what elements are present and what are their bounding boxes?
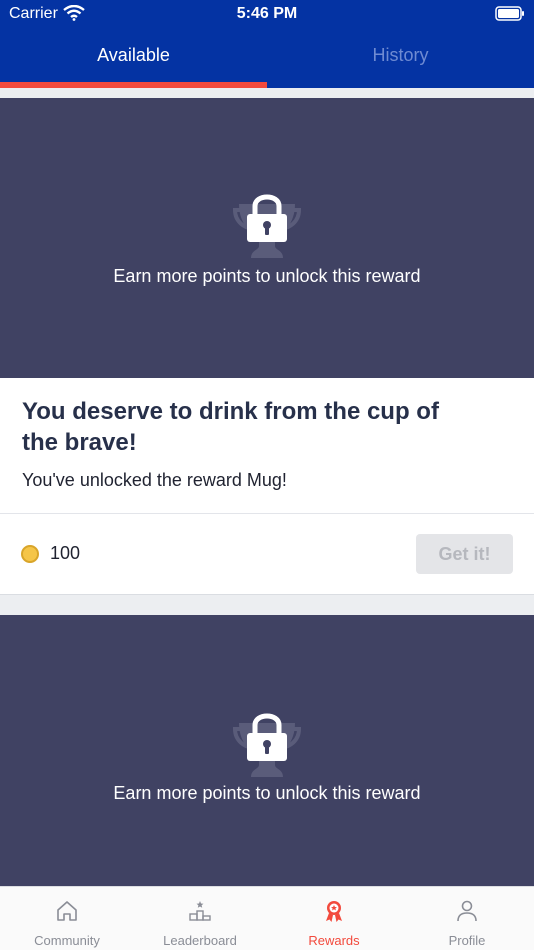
locked-trophy-icon: [231, 188, 303, 269]
locked-message: Earn more points to unlock this reward: [113, 783, 421, 803]
tab-history[interactable]: History: [267, 30, 534, 88]
reward-card: Earn more points to unlock this reward: [0, 615, 534, 886]
tab-available[interactable]: Available: [0, 30, 267, 88]
reward-points: 100: [50, 543, 81, 563]
ribbon-icon: [326, 901, 342, 922]
top-tabs: Available History: [0, 30, 534, 88]
nav-label: Rewards: [308, 933, 360, 948]
nav-leaderboard[interactable]: Leaderboard: [133, 887, 267, 950]
get-it-button[interactable]: Get it!: [416, 534, 513, 574]
nav-community[interactable]: Community: [0, 887, 134, 950]
nav-label: Community: [34, 933, 100, 948]
nav-label: Profile: [448, 933, 486, 948]
reward-footer: 100 Get it!: [0, 513, 534, 595]
locked-message: Earn more points to unlock this reward: [113, 266, 421, 286]
reward-hero-locked: Earn more points to unlock this reward: [0, 98, 534, 378]
status-bar: Carrier 5:46 PM: [0, 0, 534, 30]
reward-title: You deserve to drink from the cup of the…: [22, 398, 439, 456]
clock: 5:46 PM: [236, 5, 298, 22]
reward-hero-locked: Earn more points to unlock this reward: [0, 615, 534, 886]
reward-card: Earn more points to unlock this reward Y…: [0, 98, 534, 595]
podium-icon: [189, 901, 211, 921]
rewards-list[interactable]: Earn more points to unlock this reward Y…: [0, 88, 534, 886]
nav-label: Leaderboard: [163, 933, 237, 948]
locked-trophy-icon: [231, 707, 303, 788]
battery-icon: [495, 6, 525, 27]
person-icon: [457, 900, 477, 922]
reward-description: You've unlocked the reward Mug!: [22, 470, 287, 490]
nav-rewards[interactable]: Rewards: [267, 887, 401, 950]
nav-profile[interactable]: Profile: [400, 887, 534, 950]
reward-body: You deserve to drink from the cup of the…: [0, 378, 534, 513]
coin-icon: [21, 545, 39, 563]
home-icon: [57, 901, 77, 921]
bottom-nav: Community Leaderboard Rewards Profile: [0, 886, 534, 950]
